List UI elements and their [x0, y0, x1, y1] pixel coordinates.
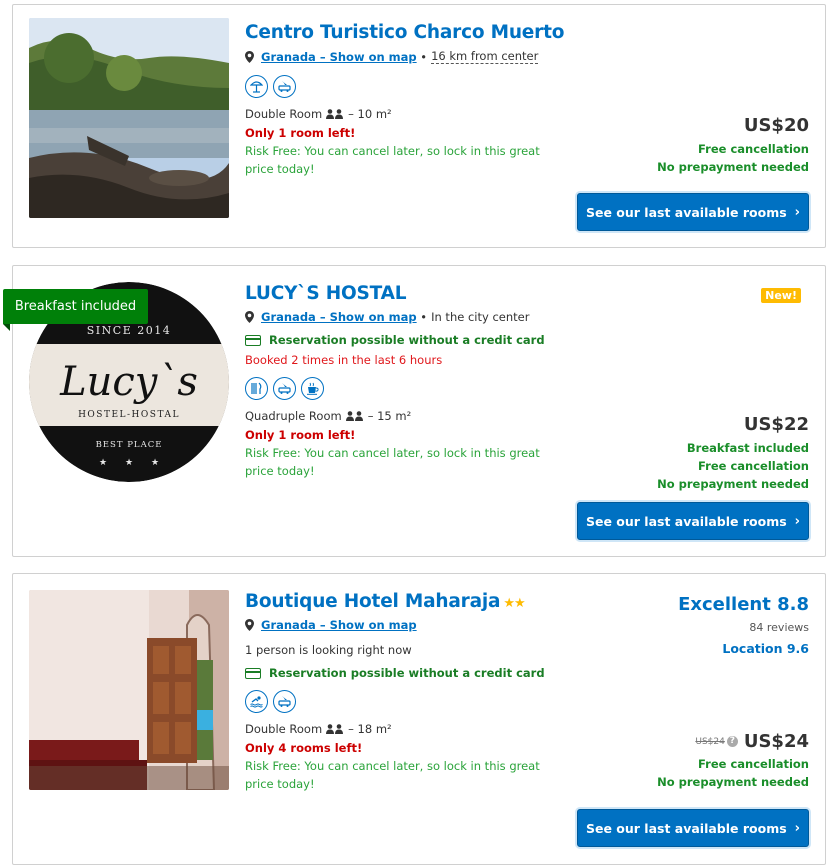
- location-score: Location 9.6: [722, 641, 809, 656]
- bullet-separator: •: [416, 49, 428, 64]
- room-name: Double Room: [245, 722, 323, 736]
- credit-card-icon: [245, 667, 261, 679]
- booking-activity: Booked 2 times in the last 6 hours: [245, 353, 443, 367]
- see-rooms-button[interactable]: See our last available rooms ›: [577, 502, 809, 540]
- rooms-left-warning: Only 1 room left!: [245, 126, 356, 140]
- facility-icons: [245, 690, 565, 713]
- price: US$24: [743, 731, 809, 752]
- no-credit-card-note: Reservation possible without a credit ca…: [245, 333, 565, 347]
- price: US$20: [743, 115, 809, 136]
- svg-text:★: ★: [99, 458, 107, 468]
- question-mark-icon[interactable]: ?: [726, 736, 738, 747]
- occupancy-icon: [345, 411, 364, 421]
- location-line: Granada – Show on map • In the city cent…: [245, 310, 565, 324]
- see-rooms-button[interactable]: See our last available rooms ›: [577, 193, 809, 231]
- room-name: Double Room: [245, 107, 323, 121]
- swimming-pool-icon[interactable]: [245, 690, 268, 713]
- show-on-map-link[interactable]: Granada – Show on map: [261, 50, 417, 64]
- breakfast-ribbon: Breakfast included: [3, 289, 148, 331]
- location-line: Granada – Show on map • 16 km from cente…: [245, 49, 565, 64]
- price-block: US$24 ? US$24 Free cancellation No prepa…: [657, 731, 809, 791]
- risk-free-message: Risk Free: You can cancel later, so lock…: [245, 759, 540, 791]
- airport-shuttle-icon[interactable]: [273, 377, 296, 400]
- price-block: US$20 Free cancellation No prepayment ne…: [657, 115, 809, 176]
- hotel-photo[interactable]: [29, 18, 229, 218]
- logo-since: SINCE 2014: [87, 324, 171, 337]
- free-cancellation: Free cancellation: [698, 142, 809, 156]
- no-prepayment: No prepayment needed: [657, 477, 809, 491]
- free-cancellation: Free cancellation: [698, 459, 809, 473]
- hotel-name: Boutique Hotel Maharaja: [245, 591, 501, 612]
- restaurant-icon[interactable]: [245, 377, 268, 400]
- logo-tag: BEST PLACE: [96, 440, 163, 450]
- review-count: 84 reviews: [749, 621, 809, 634]
- map-pin-icon: [245, 311, 254, 323]
- facility-icons: [245, 377, 565, 400]
- room-size: – 18 m²: [348, 722, 392, 736]
- see-rooms-label: See our last available rooms: [585, 513, 787, 529]
- room-name: Quadruple Room: [245, 409, 342, 423]
- occupancy-icon: [326, 724, 344, 734]
- chevron-right-icon: ›: [794, 820, 801, 836]
- distance-from-center[interactable]: 16 km from center: [431, 49, 539, 64]
- see-rooms-button[interactable]: See our last available rooms ›: [577, 809, 809, 847]
- airport-shuttle-icon[interactable]: [273, 690, 296, 713]
- map-pin-icon: [245, 619, 254, 631]
- no-prepayment: No prepayment needed: [657, 775, 809, 789]
- credit-card-icon: [245, 334, 261, 346]
- rooms-left-warning: Only 1 room left!: [245, 428, 356, 442]
- svg-text:★: ★: [151, 458, 159, 468]
- hotel-name-link[interactable]: Centro Turistico Charco Muerto: [245, 22, 565, 43]
- see-rooms-label: See our last available rooms: [585, 820, 787, 836]
- risk-free-message: Risk Free: You can cancel later, so lock…: [245, 446, 540, 478]
- no-prepayment: No prepayment needed: [657, 160, 809, 174]
- room-type: Quadruple Room – 15 m²: [245, 409, 565, 423]
- svg-text:★: ★: [125, 458, 133, 468]
- hotel-name-link[interactable]: Boutique Hotel Maharaja ★★: [245, 591, 565, 612]
- breakfast-included: Breakfast included: [686, 441, 809, 455]
- occupancy-icon: [326, 109, 344, 119]
- airport-shuttle-icon[interactable]: [273, 75, 296, 98]
- room-size: – 10 m²: [348, 107, 392, 121]
- show-on-map-link[interactable]: Granada – Show on map: [261, 310, 417, 324]
- review-score-block[interactable]: Excellent 8.8 84 reviews Location 9.6: [678, 594, 809, 656]
- logo-sub: HOSTEL-HOSTAL: [78, 410, 180, 420]
- beach-umbrella-icon[interactable]: [245, 75, 268, 98]
- coffee-icon[interactable]: [301, 377, 324, 400]
- logo-name: Lucy`s: [59, 359, 198, 405]
- property-card: Boutique Hotel Maharaja ★★ Granada – Show…: [12, 573, 826, 865]
- location-line: Granada – Show on map: [245, 618, 565, 632]
- no-credit-card-label: Reservation possible without a credit ca…: [269, 333, 545, 347]
- hotel-name-link[interactable]: LUCY`S HOSTAL: [245, 283, 565, 304]
- facility-icons: [245, 75, 565, 98]
- distance-from-center: In the city center: [431, 310, 530, 324]
- price: US$22: [743, 414, 809, 435]
- property-card: Centro Turistico Charco Muerto Granada –…: [12, 4, 826, 248]
- room-type: Double Room – 18 m²: [245, 722, 565, 736]
- rooms-left-warning: Only 4 rooms left!: [245, 741, 363, 755]
- see-rooms-label: See our last available rooms: [585, 204, 787, 220]
- review-score: Excellent 8.8: [678, 594, 809, 615]
- star-rating: ★★: [503, 596, 525, 611]
- original-price: US$24: [695, 736, 725, 747]
- room-type: Double Room – 10 m²: [245, 107, 565, 121]
- price-block: US$22 Breakfast included Free cancellati…: [657, 414, 809, 493]
- chevron-right-icon: ›: [794, 513, 801, 529]
- room-size: – 15 m²: [367, 409, 412, 423]
- show-on-map-link[interactable]: Granada – Show on map: [261, 618, 417, 632]
- free-cancellation: Free cancellation: [698, 757, 809, 771]
- looking-now: 1 person is looking right now: [245, 643, 412, 657]
- no-credit-card-label: Reservation possible without a credit ca…: [269, 666, 545, 680]
- map-pin-icon: [245, 50, 254, 63]
- new-badge: New!: [761, 288, 801, 303]
- chevron-right-icon: ›: [794, 204, 801, 220]
- no-credit-card-note: Reservation possible without a credit ca…: [245, 666, 565, 680]
- bullet-separator: •: [416, 310, 428, 324]
- hotel-photo[interactable]: [29, 590, 229, 790]
- risk-free-message: Risk Free: You can cancel later, so lock…: [245, 144, 540, 176]
